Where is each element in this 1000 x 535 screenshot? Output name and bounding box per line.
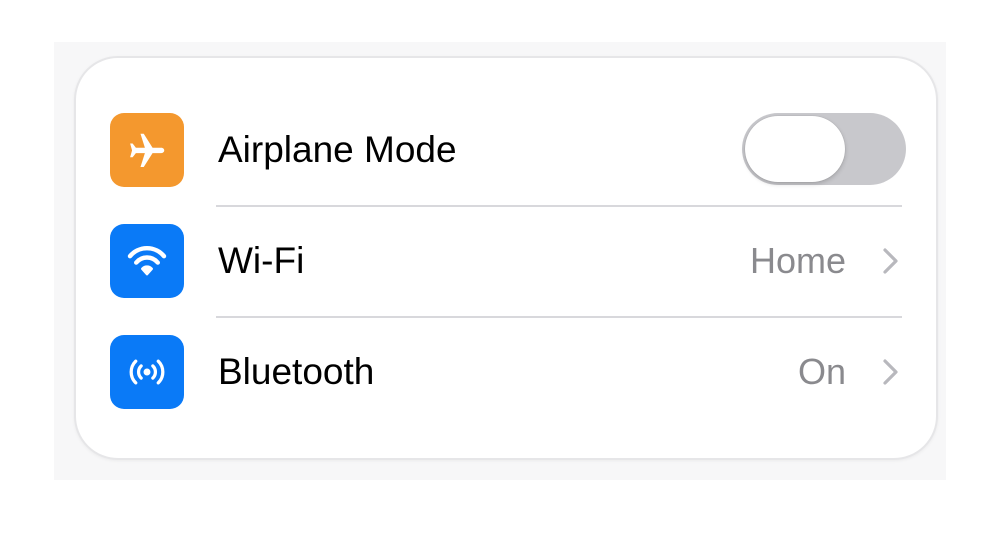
airplane-mode-toggle[interactable] [742, 113, 906, 185]
bluetooth-label: Bluetooth [218, 351, 375, 392]
wifi-network-value: Home [749, 240, 846, 281]
wifi-tile [110, 224, 184, 298]
toggle-knob [745, 116, 845, 182]
bluetooth-row[interactable]: Bluetooth On [76, 316, 936, 427]
wifi-icon [127, 245, 167, 276]
wifi-row[interactable]: Wi-Fi Home [76, 205, 936, 316]
chevron-right-icon [883, 248, 898, 274]
settings-group: Airplane Mode Wi-Fi Home Bluetooth On [74, 56, 938, 460]
airplane-mode-row[interactable]: Airplane Mode [76, 94, 936, 205]
bluetooth-icon [129, 359, 165, 385]
airplane-tile [110, 113, 184, 187]
chevron-right-icon [883, 359, 898, 385]
airplane-mode-label: Airplane Mode [218, 129, 457, 170]
wifi-label: Wi-Fi [218, 240, 305, 281]
bluetooth-tile [110, 335, 184, 409]
bluetooth-status-value: On [797, 351, 846, 392]
airplane-icon [130, 133, 165, 168]
